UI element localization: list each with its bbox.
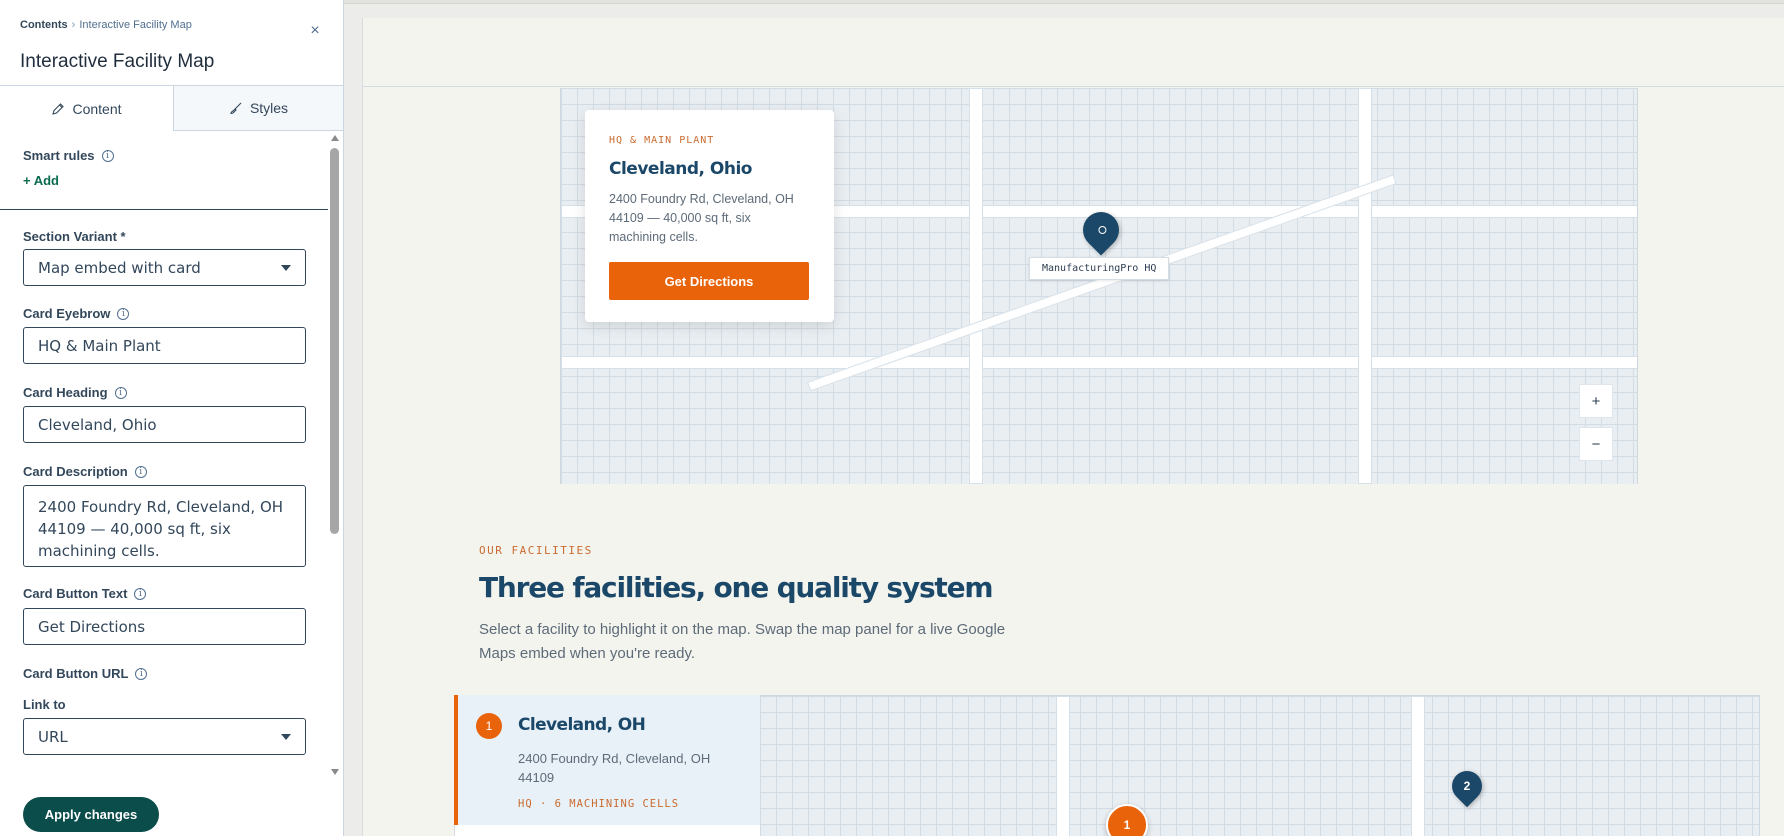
map-road xyxy=(1358,88,1372,484)
card-button-text-input[interactable]: Get Directions xyxy=(23,608,306,645)
preview-canvas: HQ & MAIN PLANT Cleveland, Ohio 2400 Fou… xyxy=(362,18,1784,836)
facility-list-item[interactable]: 1 Cleveland, OH 2400 Foundry Rd, Clevela… xyxy=(454,695,760,825)
section-title: Three facilities, one quality system xyxy=(479,571,994,604)
add-smart-rule-link[interactable]: + Add xyxy=(23,173,59,188)
tab-styles[interactable]: Styles xyxy=(173,86,343,131)
tab-content-label: Content xyxy=(72,100,122,117)
link-to-label: Link to xyxy=(23,697,66,712)
pin-label: ManufacturingPro HQ xyxy=(1029,257,1170,280)
zoom-in-button[interactable]: + xyxy=(1579,384,1613,418)
section-variant-select[interactable]: Map embed with card xyxy=(23,249,306,286)
facilities-map[interactable]: 1 2 xyxy=(760,695,1760,836)
apply-changes-button[interactable]: Apply changes xyxy=(23,797,159,832)
card-button-text-label: Card Button Text i xyxy=(23,586,147,601)
facility-list-item[interactable] xyxy=(454,825,760,836)
map-pin-2-icon[interactable]: 2 xyxy=(1445,764,1489,808)
info-icon[interactable]: i xyxy=(135,667,148,680)
divider xyxy=(0,209,328,210)
zoom-out-button[interactable]: − xyxy=(1579,427,1613,461)
breadcrumb: Contents › Interactive Facility Map xyxy=(20,19,192,31)
card-description-textarea[interactable]: 2400 Foundry Rd, Cleveland, OH 44109 — 4… xyxy=(23,485,306,567)
map-info-card: HQ & MAIN PLANT Cleveland, Ohio 2400 Fou… xyxy=(585,110,834,322)
card-heading: Cleveland, Ohio xyxy=(609,159,752,179)
panel-header: Contents › Interactive Facility Map Intera… xyxy=(0,0,343,86)
scroll-down-arrow-icon[interactable] xyxy=(331,769,339,775)
tab-content[interactable]: Content xyxy=(0,86,173,131)
facility-number-badge: 1 xyxy=(476,713,502,739)
card-description-label: Card Description i xyxy=(23,464,147,479)
close-icon[interactable]: × xyxy=(306,22,324,40)
breadcrumb-root[interactable]: Contents xyxy=(20,19,68,31)
info-icon[interactable]: i xyxy=(134,587,147,600)
card-eyebrow: HQ & MAIN PLANT xyxy=(609,135,715,146)
card-button-url-label: Card Button URL i xyxy=(23,666,148,681)
scrollbar-thumb[interactable] xyxy=(330,148,339,534)
info-icon[interactable]: i xyxy=(101,149,114,162)
scroll-up-arrow-icon[interactable] xyxy=(331,135,339,141)
header-band xyxy=(363,18,1784,87)
preview-top-bar xyxy=(344,0,1784,4)
facility-tag: HQ · 6 MACHINING CELLS xyxy=(518,798,680,810)
brush-icon xyxy=(230,102,242,115)
tab-styles-label: Styles xyxy=(249,100,289,116)
editor-panel: Contents › Interactive Facility Map Intera… xyxy=(0,0,344,836)
facility-name: Cleveland, OH xyxy=(518,715,646,735)
page-preview: HQ & MAIN PLANT Cleveland, Ohio 2400 Fou… xyxy=(344,0,1784,836)
map-pin-2-number: 2 xyxy=(1463,779,1471,793)
breadcrumb-separator: › xyxy=(71,19,76,31)
map-road xyxy=(1056,696,1070,836)
card-description: 2400 Foundry Rd, Cleveland, OH 44109 — 4… xyxy=(609,192,794,244)
map-road xyxy=(969,88,983,484)
breadcrumb-current: Interactive Facility Map xyxy=(79,19,192,31)
map-pin-1-icon[interactable]: 1 xyxy=(1106,804,1148,836)
facility-address: 2400 Foundry Rd, Cleveland, OH 44109 xyxy=(518,751,711,785)
pencil-icon xyxy=(52,102,65,115)
map-road xyxy=(561,356,1637,369)
info-icon[interactable]: i xyxy=(114,386,127,399)
card-eyebrow-input[interactable]: HQ & Main Plant xyxy=(23,327,306,364)
smart-rules-label: Smart rules i xyxy=(23,148,114,163)
map-road xyxy=(1411,696,1425,836)
card-eyebrow-label: Card Eyebrow i xyxy=(23,306,130,321)
facility-map[interactable]: HQ & MAIN PLANT Cleveland, Ohio 2400 Fou… xyxy=(560,88,1638,484)
content-form: Smart rules i + Add Section Variant * Map… xyxy=(0,131,328,781)
panel-title: Interactive Facility Map xyxy=(20,51,215,72)
info-icon[interactable]: i xyxy=(134,465,147,478)
section-subtitle: Select a facility to highlight it on the… xyxy=(479,621,1006,662)
get-directions-button[interactable]: Get Directions xyxy=(609,262,809,300)
section-variant-label: Section Variant * xyxy=(23,229,126,244)
card-heading-label: Card Heading i xyxy=(23,385,127,400)
panel-tabs: Content Styles xyxy=(0,86,343,131)
info-icon[interactable]: i xyxy=(117,307,130,320)
card-heading-input[interactable]: Cleveland, Ohio xyxy=(23,406,306,443)
link-to-select[interactable]: URL xyxy=(23,718,306,755)
section-eyebrow: OUR FACILITIES xyxy=(479,544,593,557)
form-scrollbar[interactable] xyxy=(329,133,341,775)
